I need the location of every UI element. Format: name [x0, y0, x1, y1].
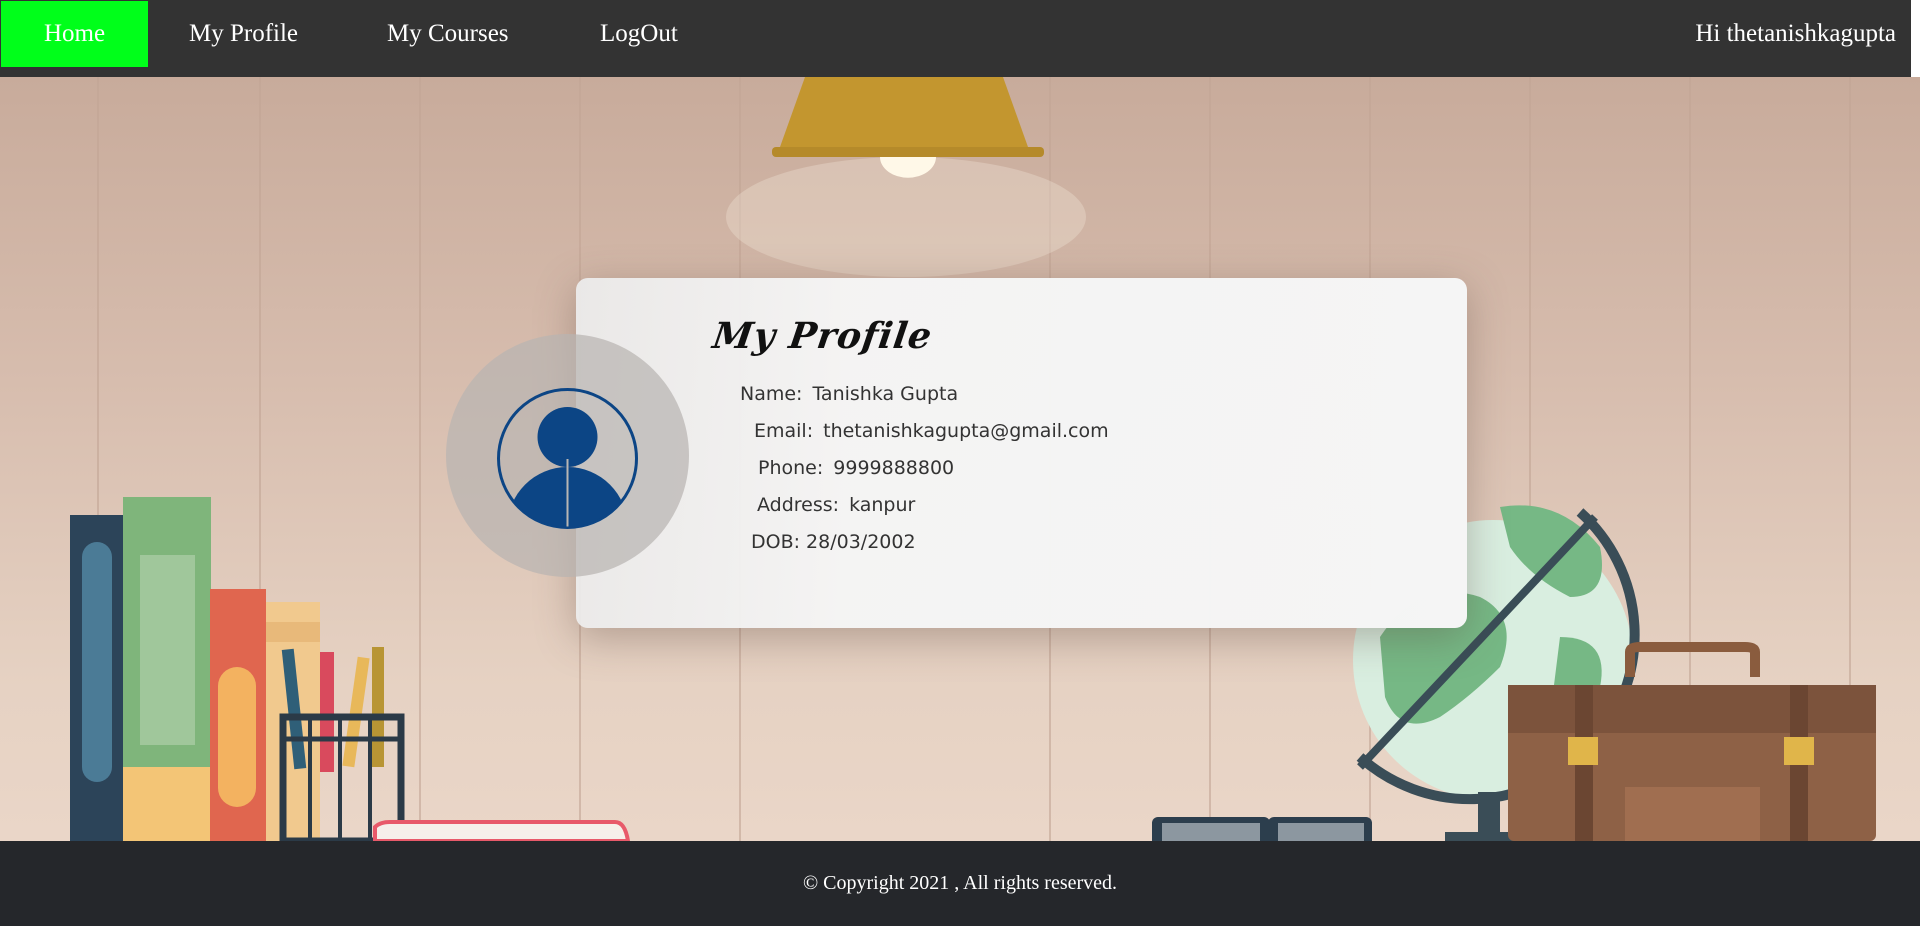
- name-label: Name:: [740, 383, 803, 405]
- email-label: Email:: [754, 420, 814, 442]
- name-value: Tanishka Gupta: [812, 383, 959, 405]
- phone-field: Phone: 9999888800: [758, 457, 954, 479]
- dob-value: 28/03/2002: [806, 531, 916, 553]
- user-greeting: Hi thetanishkagupta: [1695, 20, 1896, 47]
- user-avatar-icon: [497, 388, 638, 529]
- top-navbar: Home My Profile My Courses LogOut Hi the…: [0, 0, 1911, 78]
- glasses-icon: [1152, 817, 1372, 841]
- dob-label: DOB:: [751, 531, 801, 553]
- email-value: thetanishkagupta@gmail.com: [823, 420, 1109, 442]
- profile-card: [576, 278, 1467, 628]
- lamp-icon: [772, 77, 1044, 178]
- email-field: Email: thetanishkagupta@gmail.com: [754, 420, 1109, 442]
- address-value: kanpur: [849, 494, 916, 516]
- nav-logout-link[interactable]: LogOut: [600, 1, 678, 67]
- address-field: Address: kanpur: [757, 494, 915, 516]
- nav-my-courses-link[interactable]: My Courses: [387, 1, 509, 67]
- phone-value: 9999888800: [833, 457, 955, 479]
- dob-field: DOB: 28/03/2002: [751, 531, 916, 553]
- address-label: Address:: [757, 494, 840, 516]
- footer: © Copyright 2021 , All rights reserved.: [0, 841, 1920, 926]
- phone-label: Phone:: [758, 457, 824, 479]
- name-field: Name: Tanishka Gupta: [740, 383, 958, 405]
- nav-home-link[interactable]: Home: [1, 1, 148, 67]
- profile-title: My Profile: [710, 315, 936, 357]
- nav-my-profile-link[interactable]: My Profile: [189, 1, 298, 67]
- copyright-text: © Copyright 2021 , All rights reserved.: [802, 872, 1118, 894]
